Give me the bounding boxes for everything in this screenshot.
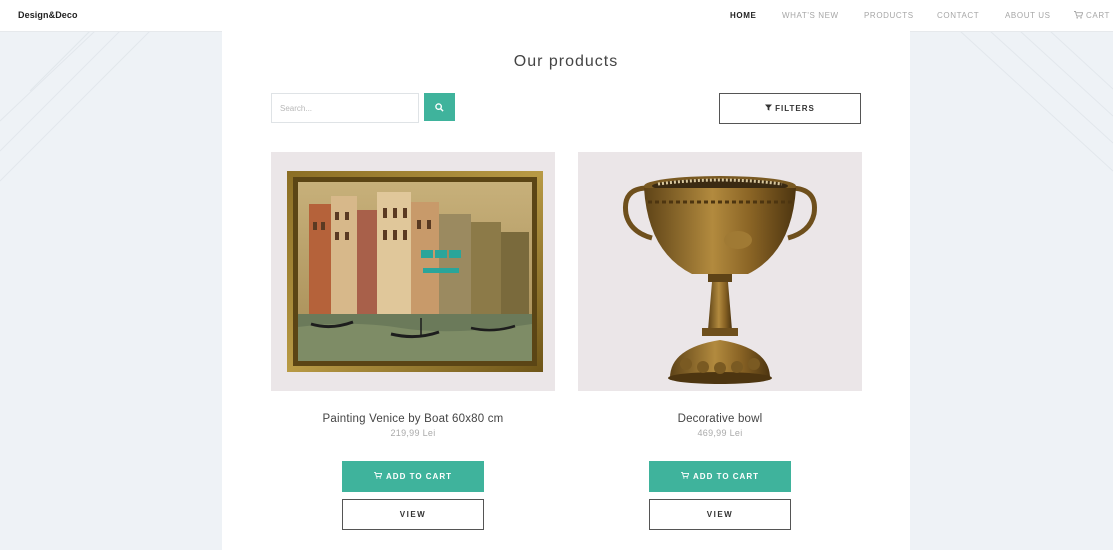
search-button[interactable]	[424, 93, 455, 121]
product-card: Decorative bowl 469,99 Lei ADD TO CART V…	[578, 152, 862, 530]
nav-cart[interactable]: CART	[1074, 11, 1110, 21]
top-navigation-bar: Design&Deco HOME WHAT'S NEW PRODUCTS CON…	[0, 0, 1113, 32]
nav-contact[interactable]: CONTACT	[937, 11, 979, 20]
cart-icon	[681, 472, 690, 481]
view-button[interactable]: VIEW	[649, 499, 791, 530]
add-to-cart-label: ADD TO CART	[693, 472, 759, 481]
nav-home[interactable]: HOME	[730, 11, 756, 20]
product-price: 469,99 Lei	[697, 428, 743, 438]
product-price: 219,99 Lei	[390, 428, 436, 438]
page-title: Our products	[513, 53, 619, 70]
nav-cart-label: CART	[1086, 11, 1111, 20]
view-button[interactable]: VIEW	[342, 499, 484, 530]
product-image[interactable]	[271, 152, 555, 391]
decorative-bowl-illustration	[622, 176, 817, 384]
add-to-cart-label: ADD TO CART	[386, 472, 452, 481]
add-to-cart-button[interactable]: ADD TO CART	[342, 461, 484, 492]
brand-logo[interactable]: Design&Deco	[18, 10, 78, 20]
search-icon	[435, 100, 444, 115]
cart-icon	[374, 472, 383, 481]
filters-label: FILTERS	[775, 104, 815, 113]
add-to-cart-button[interactable]: ADD TO CART	[649, 461, 791, 492]
nav-about-us[interactable]: ABOUT US	[1005, 11, 1051, 20]
filters-button[interactable]: FILTERS	[719, 93, 861, 124]
filter-icon	[765, 104, 773, 113]
product-name[interactable]: Painting Venice by Boat 60x80 cm	[271, 413, 555, 425]
search-input[interactable]	[271, 93, 419, 123]
nav-products[interactable]: PRODUCTS	[864, 11, 914, 20]
product-image[interactable]	[578, 152, 862, 391]
nav-whats-new[interactable]: WHAT'S NEW	[782, 11, 839, 20]
product-name[interactable]: Decorative bowl	[578, 413, 862, 425]
products-panel: Our products FILTERS	[222, 31, 910, 550]
framed-painting-illustration	[287, 171, 543, 372]
cart-icon	[1074, 11, 1084, 21]
product-card: Painting Venice by Boat 60x80 cm 219,99 …	[271, 152, 555, 530]
